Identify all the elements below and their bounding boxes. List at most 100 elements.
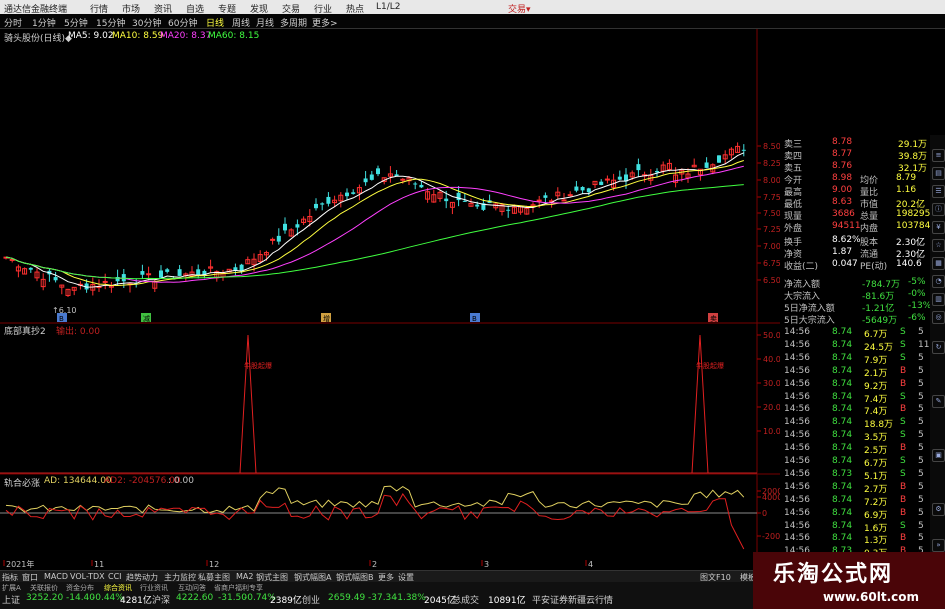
tick-time: 14:56 [784,443,810,454]
candle-body [345,192,349,197]
stat-row: 换手 8.62% 股本 2.30亿 [780,235,930,248]
tick-price: 8.74 [832,430,853,441]
tick-volume: 7.2万 [864,497,888,508]
tick-count: 5 [918,468,924,479]
grid-icon[interactable]: ▦ [932,257,945,270]
tick-volume: 2.1万 [864,368,888,379]
stat-label: 内盘 [860,224,879,234]
indicator-tab[interactable]: VOL-TDX [70,572,105,581]
candle-body [419,184,424,188]
period-tab-weekly[interactable]: 周线 [232,16,250,29]
info-tab[interactable]: 行业资讯 [140,583,168,593]
stat-value: 3686 [832,209,855,219]
pane2-tick-label: 20.00 [763,403,780,412]
tick-row: 14:56 8.74 6.7万 S 5 [780,456,930,469]
info-tab[interactable]: 扩展A [2,583,21,593]
tick-volume: 7.9万 [864,355,888,366]
period-tab-more[interactable]: 更多> [312,16,338,29]
tick-volume: 3.5万 [864,433,888,444]
arrow-icon[interactable]: » [932,539,945,552]
calendar-icon[interactable]: ▣ [932,449,945,462]
ma60-line [5,184,744,280]
signal-marker-text: 卖 [710,315,717,323]
info-tab[interactable]: 综合资讯 [104,583,132,593]
period-tab-1min[interactable]: 1分钟 [32,16,56,29]
indicator-tab[interactable]: MACD [44,572,68,581]
pane2-tick-label: 30.00 [763,379,780,388]
period-tab-5min[interactable]: 5分钟 [64,16,88,29]
info-icon[interactable]: ⓘ [932,203,945,216]
price-tick-label: 7.25 [763,225,780,234]
settings-icon[interactable]: ⚙ [932,503,945,516]
candle-body [717,155,721,163]
tick-direction: S [900,430,906,441]
watermark-title: 乐淘公式网 [773,562,894,587]
compass-icon[interactable]: ◎ [932,311,945,324]
candle-body [655,171,659,173]
period-tab-intraday[interactable]: 分时 [4,16,22,29]
chart-icon[interactable]: ▤ [932,167,945,180]
info-tab[interactable]: 互动问答 [178,583,206,593]
layers-icon[interactable]: ▥ [932,293,945,306]
tick-time: 14:56 [784,417,810,428]
tick-price: 8.74 [832,533,853,544]
pane2-title: 底部真抄2 [4,327,46,337]
watermark-url: www.60lt.com [823,590,920,604]
period-tab-daily[interactable]: 日线 [206,16,224,29]
pane2-annotation: 牛股起爆 [244,361,272,370]
tick-volume: 2.5万 [864,446,888,457]
tick-volume: 6.7万 [864,459,888,469]
tick-price: 8.74 [832,352,853,363]
info-tab[interactable]: 关联报价 [30,583,58,593]
period-tab-monthly[interactable]: 月线 [256,16,274,29]
index-ticker-item: 2389亿 [270,596,302,606]
stat-value: 8.79 [896,173,917,183]
list-icon[interactable]: ☰ [932,185,945,198]
pane2-title-bar: 底部真抄2 输出: 0.00 [0,324,300,337]
tick-direction: B [900,365,907,376]
date-tick-label: 2021年 [6,559,34,569]
ask-price: 8.78 [832,137,853,147]
chart-area[interactable]: ↑6.10 8.50 8.25 8.00 7.75 7.50 7.25 7.00 6.75 6.… [0,29,780,570]
flow-row: 净流入额 -784.7万 -5% [780,277,930,290]
period-tab-multi[interactable]: 多周期 [280,16,307,29]
indicator-tab[interactable]: MA2 [236,572,253,581]
tick-time: 14:56 [784,494,810,505]
candle-body [283,223,287,231]
candle-body [314,203,318,209]
info-tab[interactable]: 省商户福利专享 [214,583,263,593]
pane2-tick-label: 10.00 [763,427,780,436]
period-tab-15min[interactable]: 15分钟 [96,16,125,29]
tick-count: 5 [918,378,924,389]
tool-icon[interactable]: ✎ [932,395,945,408]
price-axis: 8.50 8.25 8.00 7.75 7.50 7.25 7.00 6.75 6.50 [757,142,780,285]
period-tab-30min[interactable]: 30分钟 [132,16,161,29]
stat-value: 103784 [896,221,931,231]
candle-body [351,192,356,194]
tick-direction: B [900,481,907,492]
menu-item-l1l2[interactable]: L1/L2 [376,2,401,12]
period-tab-60min[interactable]: 60分钟 [168,16,197,29]
price-tick-label: 7.75 [763,193,780,202]
pane2-tick-label: 40.00 [763,355,780,364]
candle-body [543,195,548,198]
tick-count: 5 [918,404,924,415]
star-icon[interactable]: ☆ [932,239,945,252]
info-tab[interactable]: 资金分布 [66,583,94,593]
candle-body [636,164,641,171]
stat-row: 收益(二) 0.047 PE(动) 140.6 [780,259,930,272]
bell-icon[interactable]: ◔ [932,275,945,288]
indicator-tab[interactable]: CCI [108,572,122,581]
tick-direction: S [900,391,906,402]
date-tick-label: 12 [209,560,219,569]
stat-label: 外盘 [784,224,803,234]
price-tick-label: 7.50 [763,209,780,218]
function-icon[interactable]: ≡ [932,149,945,162]
money-icon[interactable]: ¥ [932,221,945,234]
tick-volume: 7.4万 [864,407,888,418]
tick-count: 5 [918,520,924,531]
candle-body [28,267,33,270]
candle-body [369,174,374,180]
tick-row: 14:56 8.74 2.1万 B 5 [780,365,930,379]
refresh-icon[interactable]: ↻ [932,341,945,354]
